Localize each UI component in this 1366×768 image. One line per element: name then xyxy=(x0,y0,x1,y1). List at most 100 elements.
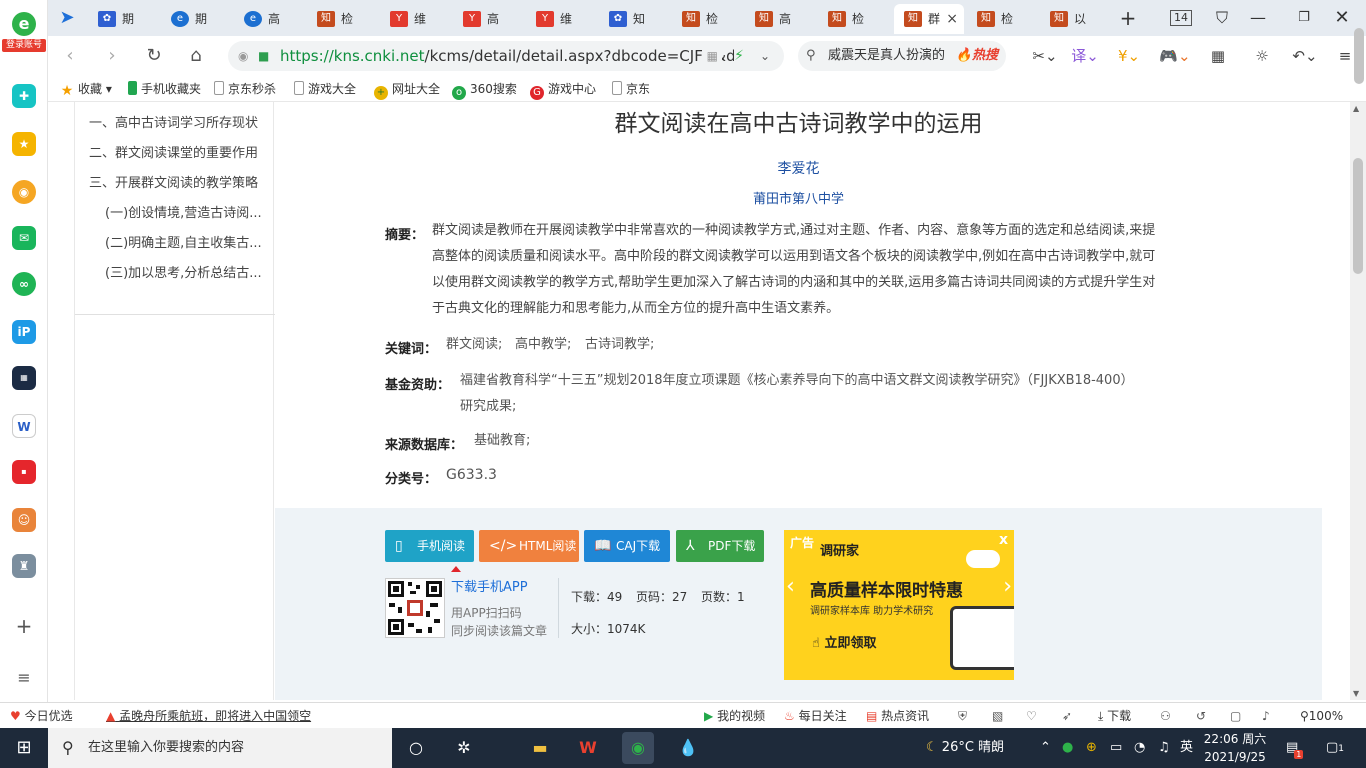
tab-item[interactable]: Y维 xyxy=(526,4,596,34)
page-scrollbar[interactable]: ▲ ▼ xyxy=(1350,102,1366,700)
news-ticker[interactable]: ▲ 孟晚舟所乘航班，即将进入中国领空 xyxy=(106,703,311,729)
shirt-skin-icon[interactable]: ⛉ xyxy=(1210,6,1234,30)
scissors-icon[interactable]: ✂⌄ xyxy=(1030,44,1060,68)
windows-start-icon[interactable]: ⊞ xyxy=(0,728,48,768)
forward-icon[interactable]: › xyxy=(100,44,124,68)
hot-news[interactable]: ▤ 热点资讯 xyxy=(866,703,929,729)
today-picks[interactable]: ♥ 今日优选 xyxy=(10,703,73,729)
toc-item[interactable]: (一)创设情境,营造古诗阅... xyxy=(105,202,265,221)
drop-app-icon[interactable]: 💧 xyxy=(672,732,704,764)
undo-icon[interactable]: ↶⌄ xyxy=(1290,44,1320,68)
tab-item[interactable]: e期 xyxy=(161,4,231,34)
bookmark-item[interactable]: + 网址大全 xyxy=(374,76,440,102)
scrollbar-thumb[interactable] xyxy=(1353,158,1363,274)
download-app-link[interactable]: 下载手机APP xyxy=(451,576,528,595)
wps-office-icon[interactable]: W xyxy=(572,732,604,764)
tab-item[interactable]: 知检 xyxy=(818,4,888,34)
menu-list-icon[interactable]: ≡ xyxy=(12,666,36,690)
task-view-icon[interactable]: ○ xyxy=(400,732,432,764)
my-video[interactable]: ▶ 我的视频 xyxy=(704,703,765,729)
daily-follow[interactable]: ♨ 每日关注 xyxy=(784,703,847,729)
tab-item-active[interactable]: 知群 × xyxy=(894,4,964,34)
download-manager[interactable]: ⤓ 下载 xyxy=(1098,703,1131,729)
tray-plus-icon[interactable]: ⊕ xyxy=(1086,728,1097,768)
bookmark-item[interactable]: G 游戏中心 xyxy=(530,76,596,102)
reload-icon[interactable]: ↻ xyxy=(142,44,166,68)
apps-grid-icon[interactable]: ▦ xyxy=(1206,44,1230,68)
extension-icon[interactable]: ⚇ xyxy=(1160,703,1171,729)
tab-count-badge[interactable]: 14 xyxy=(1170,10,1192,26)
pubg-icon[interactable]: ♜ xyxy=(12,554,36,578)
scroll-up-icon[interactable]: ▲ xyxy=(1353,104,1359,113)
bookmark-favorites[interactable]: ★ 收藏 ▾ xyxy=(60,76,112,102)
toc-item[interactable]: (三)加以思考,分析总结古... xyxy=(105,262,265,281)
lightning-icon[interactable]: ⚡ xyxy=(734,41,744,71)
browser-taskbar-icon[interactable]: ◉ xyxy=(622,732,654,764)
tab-item[interactable]: Y高 xyxy=(453,4,523,34)
coupon-icon[interactable]: ¥⌄ xyxy=(1114,44,1144,68)
new-tab-icon[interactable]: + xyxy=(1116,6,1140,30)
scroll-down-icon[interactable]: ▼ xyxy=(1353,689,1359,698)
tab-item[interactable]: e高 xyxy=(234,4,304,34)
tab-item[interactable]: ✿ 期 xyxy=(88,4,158,34)
toc-item[interactable]: 三、开展群文阅读的教学策略 xyxy=(89,172,258,191)
game-icon[interactable]: ▦ xyxy=(12,366,36,390)
file-explorer-icon[interactable]: ▬ xyxy=(524,732,556,764)
ad-cta-button[interactable]: ☝ 立即领取 xyxy=(812,632,876,651)
fund-line[interactable]: 福建省教育科学“十三五”规划2018年度立项课题《核心素养导向下的高中语文群文阅… xyxy=(460,368,1134,394)
html-read-button[interactable]: </> HTML阅读 xyxy=(479,530,579,562)
window-icon[interactable]: ▢ xyxy=(1230,703,1241,729)
star-icon[interactable]: ★ xyxy=(12,132,36,156)
caj-download-button[interactable]: 📖 CAJ下载 xyxy=(584,530,670,562)
main-menu-icon[interactable]: ≡ xyxy=(1334,44,1356,68)
keyword-link[interactable]: 古诗词教学; xyxy=(585,332,654,358)
action-center[interactable]: ▢1 xyxy=(1326,728,1344,768)
game-controller-icon[interactable]: 🎮⌄ xyxy=(1158,44,1192,68)
url-field[interactable]: ◉ ■ https://kns.cnki.net/kcms/detail/det… xyxy=(228,41,784,71)
bookmark-item[interactable]: o 360搜索 xyxy=(452,76,517,102)
taskbar-search-input[interactable]: ⚲ 在这里输入你要搜索的内容 xyxy=(48,728,392,768)
pinwheel-icon[interactable]: ✲ xyxy=(448,732,480,764)
link-icon[interactable]: ∞ xyxy=(12,272,36,296)
system-clock[interactable]: 22:06 周六 2021/9/25 xyxy=(1198,730,1272,766)
author-link[interactable]: 李爱花 xyxy=(275,158,1322,178)
toc-item[interactable]: 一、高中古诗词学习所存现状 xyxy=(89,112,258,131)
tray-app-icon[interactable]: ● xyxy=(1062,728,1073,768)
refresh-icon[interactable]: ↺ xyxy=(1196,703,1206,729)
tab-item[interactable]: 知以 xyxy=(1040,4,1110,34)
speaker-icon[interactable]: ♫ xyxy=(1158,728,1170,768)
pdf-download-button[interactable]: ⅄ PDF下载 xyxy=(676,530,764,562)
rocket-icon[interactable]: ➶ xyxy=(1062,703,1072,729)
close-window-icon[interactable]: ✕ xyxy=(1330,6,1354,30)
weather[interactable]: ☾ 26°C 晴朗 xyxy=(926,728,1004,768)
tab-item[interactable]: 知高 xyxy=(745,4,815,34)
home-icon[interactable]: ⌂ xyxy=(184,44,208,68)
navigation-arrow-icon[interactable]: ➤ xyxy=(54,6,80,30)
tab-item[interactable]: 知检 xyxy=(967,4,1037,34)
ad-prev-arrow-icon[interactable]: ‹ xyxy=(786,574,795,599)
toc-item[interactable]: (二)明确主题,自主收集古... xyxy=(105,232,265,251)
login-button[interactable]: e 登录账号 xyxy=(2,12,46,52)
ip-icon[interactable]: iP xyxy=(12,320,36,344)
organization-link[interactable]: 莆田市第八中学 xyxy=(275,188,1322,207)
ime-indicator[interactable]: 英 xyxy=(1180,728,1193,768)
image-icon[interactable]: ▧ xyxy=(992,703,1003,729)
qr-small-icon[interactable]: ▦ xyxy=(702,41,722,71)
back-icon[interactable]: ‹ xyxy=(58,44,82,68)
shop-icon[interactable]: ▪ xyxy=(12,460,36,484)
bookmark-item[interactable]: 手机收藏夹 xyxy=(128,76,201,102)
ad-close-button[interactable]: x xyxy=(999,532,1008,548)
toc-item[interactable]: 二、群文阅读课堂的重要作用 xyxy=(89,142,258,161)
top-scroll-thumb[interactable] xyxy=(1354,28,1364,84)
translate-icon[interactable]: 译⌄ xyxy=(1070,44,1100,68)
keyword-link[interactable]: 高中教学; xyxy=(515,332,571,358)
tab-item[interactable]: 知检 xyxy=(307,4,377,34)
search-box[interactable]: ⚲ 威震天是真人扮演的 🔥热搜 xyxy=(798,41,1006,71)
bookmark-item[interactable]: 京东 xyxy=(612,76,650,102)
tab-item[interactable]: Y维 xyxy=(380,4,450,34)
brightness-icon[interactable]: ☼ xyxy=(1250,44,1274,68)
tab-item[interactable]: 知检 xyxy=(672,4,742,34)
bookmark-item[interactable]: 京东秒杀 xyxy=(214,76,276,102)
plus-cross-icon[interactable]: ✚ xyxy=(12,84,36,108)
tray-up-icon[interactable]: ⌃ xyxy=(1040,728,1051,768)
